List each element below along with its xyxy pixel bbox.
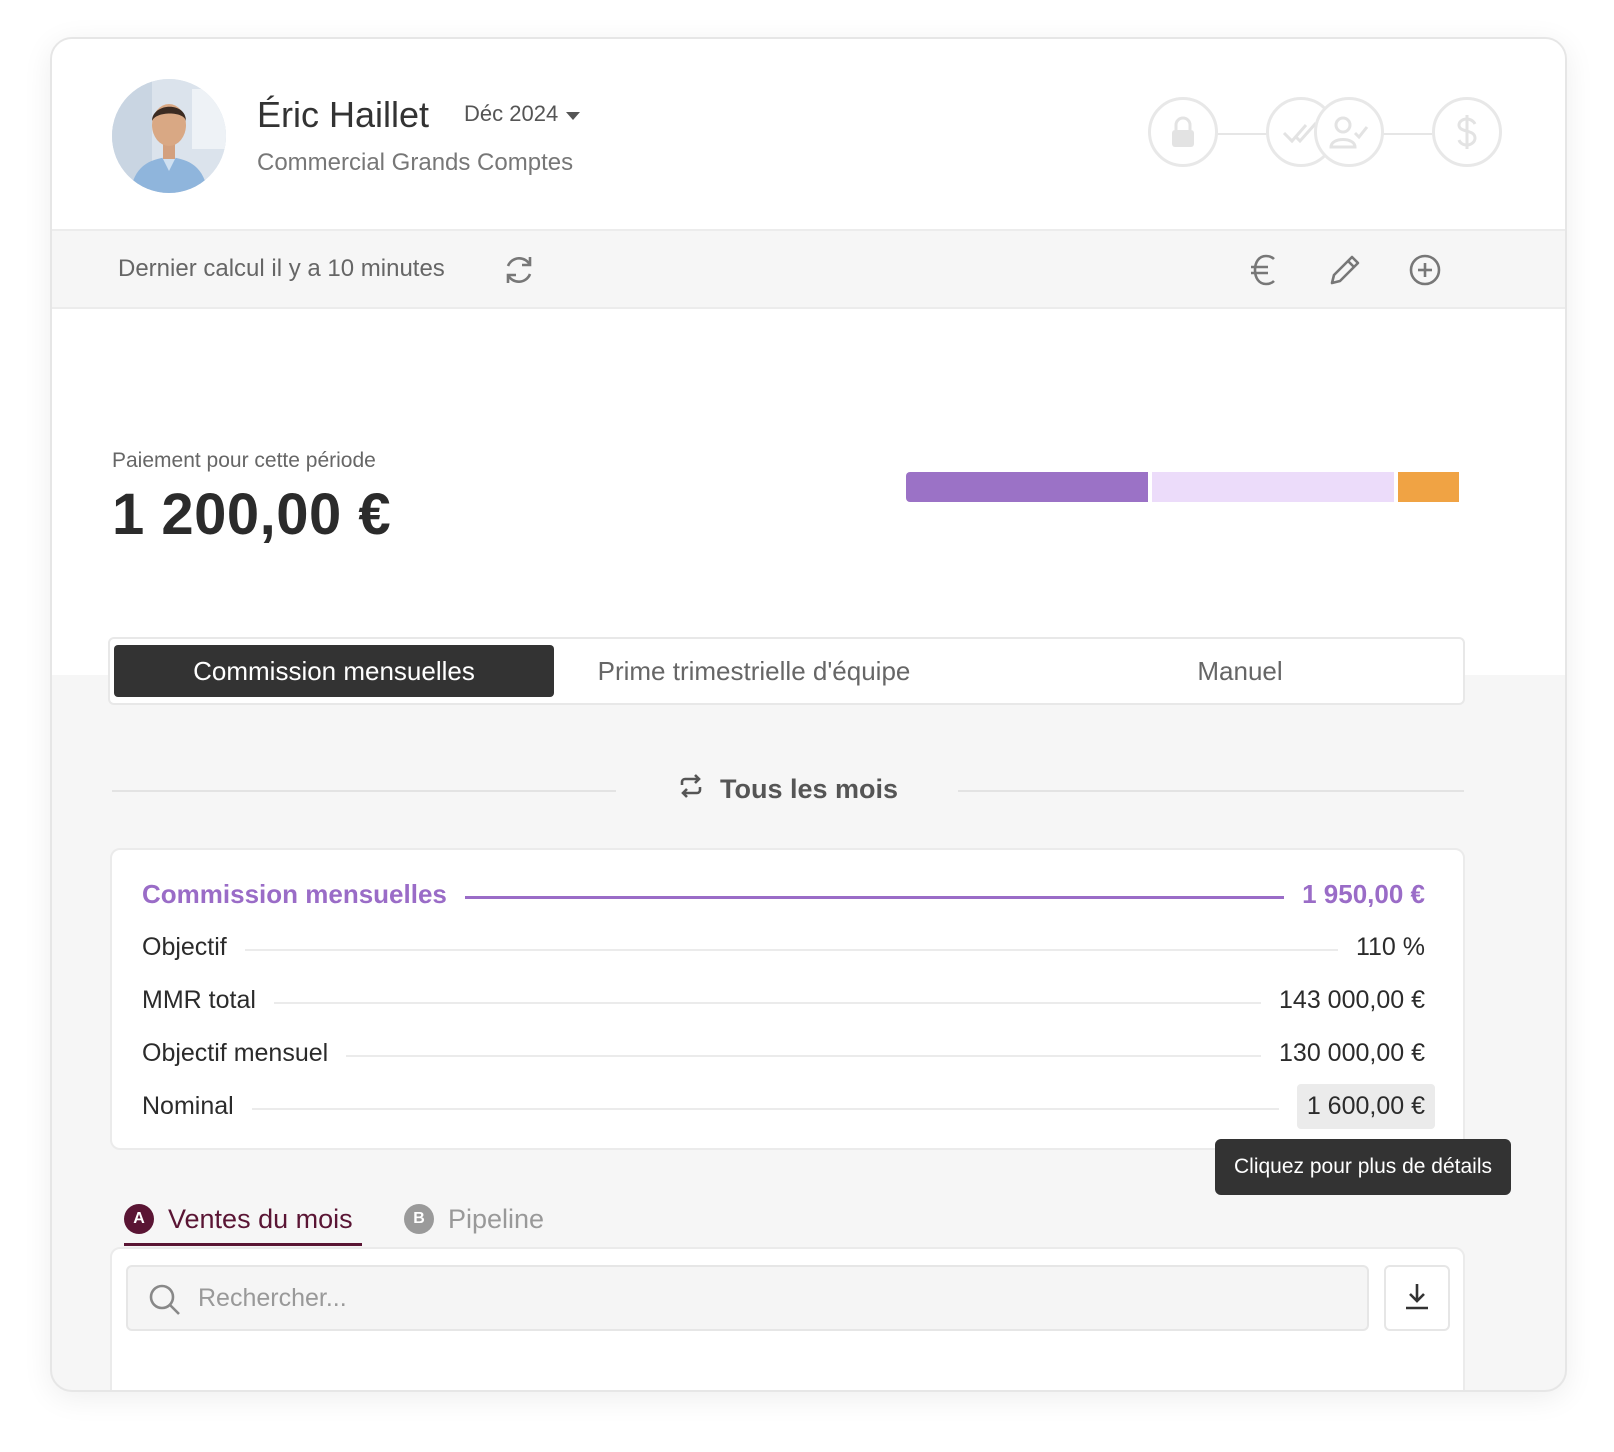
detail-row-nominal: Nominal 1 600,00 €: [142, 1083, 1435, 1129]
period-selector[interactable]: Déc 2024: [464, 101, 581, 127]
header: Éric Haillet Déc 2024 Commercial Grands …: [52, 39, 1565, 229]
tab-prime-trimestrielle[interactable]: Prime trimestrielle d'équipe: [554, 645, 954, 697]
sales-panel: [110, 1247, 1465, 1390]
user-role: Commercial Grands Comptes: [257, 149, 574, 176]
row-value: 130 000,00 €: [1279, 1038, 1425, 1067]
search-input[interactable]: [198, 1267, 1348, 1329]
row-label: Objectif mensuel: [142, 1038, 329, 1067]
payout-amount: 1 200,00 €: [112, 482, 392, 547]
toolbar: Dernier calcul il y a 10 minutes: [52, 229, 1565, 309]
repeat-icon: [678, 773, 704, 806]
pencil-icon[interactable]: [1326, 251, 1364, 289]
tab-commission-mensuelles[interactable]: Commission mensuelles: [114, 645, 554, 697]
active-subtab-indicator: [124, 1243, 362, 1246]
search-icon: [148, 1283, 182, 1317]
commission-detail: Commission mensuelles 1 950,00 € Objecti…: [110, 848, 1465, 1150]
commission-card: Éric Haillet Déc 2024 Commercial Grands …: [50, 37, 1567, 1392]
details-tooltip: Cliquez pour plus de détails: [1215, 1139, 1511, 1195]
plan-tabs: Commission mensuelles Prime trimestriell…: [108, 637, 1465, 705]
dollar-icon: [1432, 97, 1502, 167]
user-check-icon: [1314, 97, 1384, 167]
row-value: 143 000,00 €: [1279, 985, 1425, 1014]
detail-row-objectif-mensuel: Objectif mensuel 130 000,00 €: [142, 1033, 1425, 1073]
divider-line: [958, 790, 1464, 792]
subtab-pipeline[interactable]: B Pipeline: [404, 1189, 544, 1249]
detail-total: 1 950,00 €: [1302, 878, 1425, 909]
status-stepper: [1148, 97, 1518, 171]
leader-line: [273, 1002, 1262, 1004]
period-label: Déc 2024: [464, 101, 559, 126]
row-label: Nominal: [142, 1091, 234, 1120]
detail-row-objectif: Objectif 110 %: [142, 927, 1425, 967]
detail-row-mmr-total: MMR total 143 000,00 €: [142, 980, 1425, 1020]
download-button[interactable]: [1384, 1265, 1450, 1331]
step-connector: [1216, 133, 1268, 135]
subtab-label: Pipeline: [448, 1203, 545, 1234]
leader-line: [251, 1108, 1279, 1110]
row-value: 110 %: [1355, 932, 1425, 961]
leader-line: [464, 895, 1285, 899]
payout-bar-segment: [1152, 472, 1394, 502]
plus-circle-icon[interactable]: [1406, 251, 1444, 289]
refresh-icon[interactable]: [500, 251, 538, 289]
row-label: Objectif: [142, 932, 227, 961]
payout-progress-bar: [906, 472, 1464, 502]
leader-line: [244, 949, 1338, 951]
download-icon: [1402, 1281, 1432, 1316]
leader-line: [346, 1055, 1262, 1057]
recurrence-divider: Tous les mois: [52, 771, 1565, 811]
euro-icon[interactable]: [1246, 251, 1284, 289]
divider-line: [112, 790, 616, 792]
badge-b: B: [404, 1204, 434, 1234]
tab-manuel[interactable]: Manuel: [1110, 645, 1370, 697]
badge-a: A: [124, 1204, 154, 1234]
last-calc-text: Dernier calcul il y a 10 minutes: [118, 255, 445, 282]
subtab-ventes-du-mois[interactable]: A Ventes du mois: [124, 1189, 353, 1249]
payout-summary: Paiement pour cette période 1 200,00 €: [52, 309, 1565, 675]
recurrence-label: Tous les mois: [678, 773, 898, 806]
detail-title: Commission mensuelles: [142, 878, 447, 909]
detail-header-row: Commission mensuelles 1 950,00 €: [142, 874, 1425, 914]
step-connector: [1380, 133, 1432, 135]
subtab-label: Ventes du mois: [168, 1203, 353, 1234]
row-label: MMR total: [142, 985, 256, 1014]
lock-icon: [1148, 97, 1218, 167]
payout-label: Paiement pour cette période: [112, 449, 376, 472]
caret-down-icon: [566, 111, 581, 120]
search-box: [126, 1265, 1369, 1331]
payout-bar-segment: [1398, 472, 1459, 502]
payout-bar-segment: [906, 472, 1148, 502]
avatar: [112, 79, 226, 193]
user-name: Éric Haillet: [257, 94, 430, 135]
nominal-value-button[interactable]: 1 600,00 €: [1296, 1083, 1435, 1129]
recurrence-text: Tous les mois: [720, 774, 899, 804]
